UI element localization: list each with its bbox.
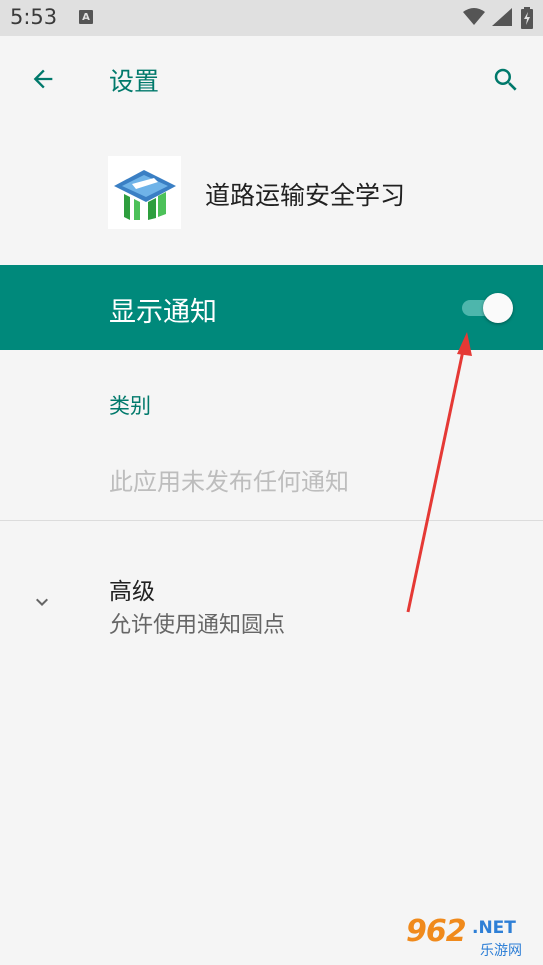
advanced-title: 高级 <box>109 579 155 605</box>
arrow-back-icon <box>33 69 53 89</box>
section-divider <box>0 520 543 521</box>
signal-icon <box>492 8 512 30</box>
settings-screen: 5:53 A 设置 道路运输安全学习 显示通知 类别 此应用未发布任何通知 高级… <box>0 0 543 965</box>
watermark-net: .NET <box>472 918 516 938</box>
notification-badge-icon: A <box>79 10 93 24</box>
advanced-summary: 允许使用通知圆点 <box>109 613 286 638</box>
switch-thumb <box>483 293 513 323</box>
show-notifications-switch[interactable] <box>462 291 516 323</box>
watermark-logo: 962 .NET 乐游网 <box>398 910 543 965</box>
watermark-digits: 962 <box>406 914 467 949</box>
battery-charging-icon <box>521 7 533 33</box>
search-icon <box>494 68 517 91</box>
chevron-down-icon <box>36 598 48 606</box>
status-bar: 5:53 A <box>0 0 543 36</box>
app-logo-icon <box>108 156 181 229</box>
back-button[interactable] <box>24 60 62 98</box>
page-title: 设置 <box>109 67 160 96</box>
advanced-row[interactable]: 高级 允许使用通知圆点 <box>0 548 543 648</box>
categories-header: 类别 <box>109 394 151 418</box>
show-notifications-label: 显示通知 <box>109 297 217 328</box>
no-notifications-text: 此应用未发布任何通知 <box>109 468 349 496</box>
wifi-icon <box>463 8 485 30</box>
search-button[interactable] <box>486 60 526 100</box>
app-header: 道路运输安全学习 <box>0 150 543 240</box>
show-notifications-row[interactable]: 显示通知 <box>0 265 543 350</box>
app-bar: 设置 <box>0 36 543 122</box>
app-name: 道路运输安全学习 <box>205 181 406 210</box>
watermark-sub: 乐游网 <box>480 943 522 959</box>
status-time: 5:53 <box>10 5 58 29</box>
